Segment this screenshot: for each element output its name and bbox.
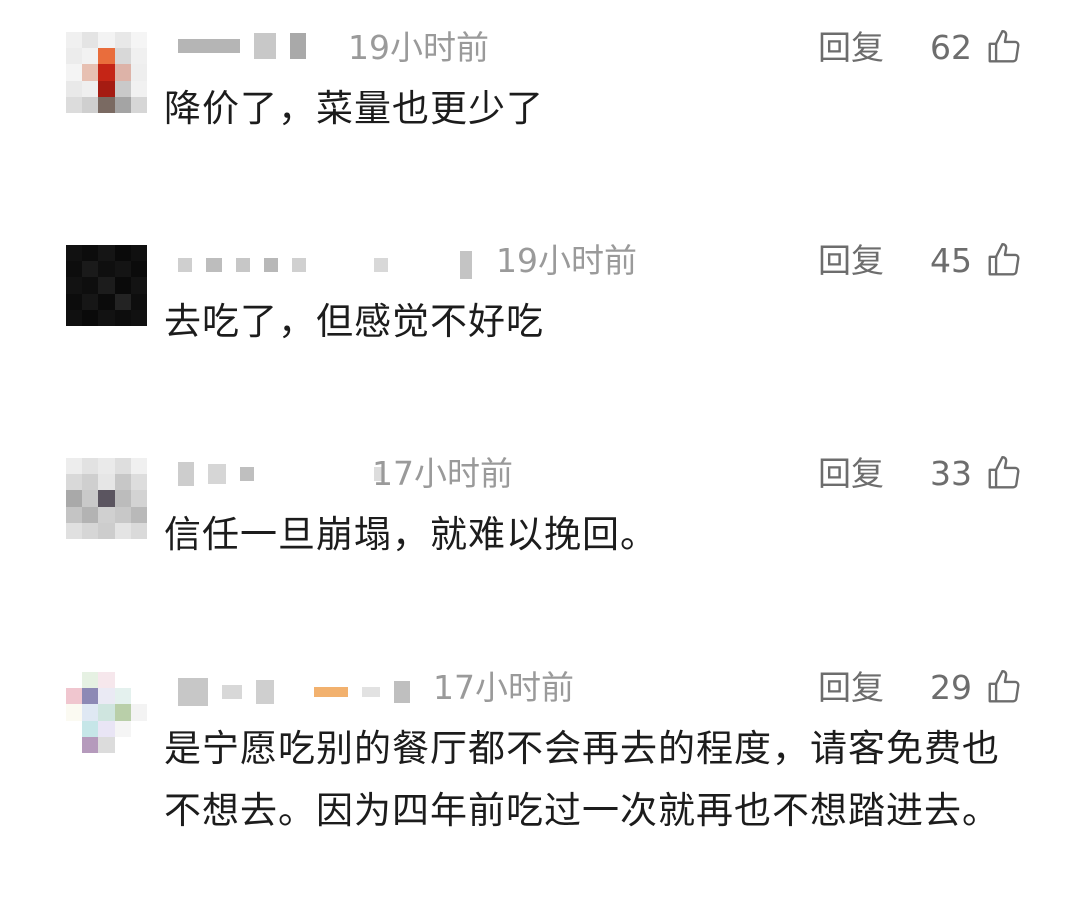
reply-button[interactable]: 回复 [818,452,884,496]
thumbs-up-icon[interactable] [985,241,1023,279]
like-count: 62 [930,28,972,67]
comment-text: 降价了，菜量也更少了 [164,87,544,130]
comment-time: 17小时前 [372,454,513,493]
username-redacted[interactable] [178,672,410,712]
avatar[interactable] [66,245,147,326]
comment-text: 信任一旦崩塌，就难以挽回。 [164,513,658,556]
reply-button[interactable]: 回复 [818,666,884,710]
comment-text: 去吃了，但感觉不好吃 [164,300,544,343]
comment-time: 17小时前 [433,668,574,707]
username-redacted[interactable] [178,245,472,285]
like-count: 45 [930,241,972,280]
avatar[interactable] [66,32,147,113]
like-count: 33 [930,454,972,493]
comment-text: 是宁愿吃别的餐厅都不会再去的程度，请客免费也不想去。因为四年前吃过一次就再也不想… [164,727,1000,832]
avatar[interactable] [66,672,147,753]
like-count: 29 [930,668,972,707]
thumbs-up-icon[interactable] [985,454,1023,492]
reply-button[interactable]: 回复 [818,26,884,70]
avatar[interactable] [66,458,147,539]
thumbs-up-icon[interactable] [985,668,1023,706]
comment-time: 19小时前 [496,241,637,280]
comment-time: 19小时前 [348,28,489,67]
reply-button[interactable]: 回复 [818,239,884,283]
thumbs-up-icon[interactable] [985,28,1023,66]
username-redacted[interactable] [178,26,306,66]
username-redacted[interactable] [178,454,384,494]
